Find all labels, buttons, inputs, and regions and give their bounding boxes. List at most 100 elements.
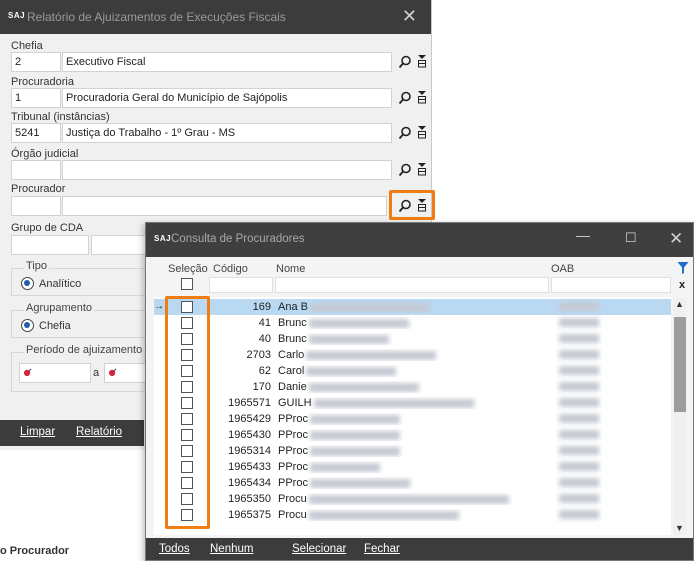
dropdown-list-icon[interactable] — [417, 90, 427, 104]
row-name: Ana B — [278, 301, 548, 313]
row-oab — [559, 302, 599, 311]
vertical-scrollbar[interactable]: ▲ ▼ — [673, 297, 687, 535]
col-nome[interactable]: Nome — [276, 263, 305, 275]
table-row[interactable]: 1965314 PProc — [154, 443, 671, 459]
radio-chefia[interactable] — [21, 319, 34, 332]
periodo-label: Período de ajuizamento — [24, 344, 145, 356]
table-row[interactable]: 1965350 Procu — [154, 491, 671, 507]
procurador-code-input[interactable] — [11, 196, 61, 216]
table-row[interactable]: 1965430 PProc — [154, 427, 671, 443]
fechar-label: Fechar — [364, 543, 400, 555]
report-dialog-title: Relatório de Ajuizamentos de Execuções F… — [27, 10, 286, 24]
row-oab — [559, 414, 599, 423]
col-oab[interactable]: OAB — [551, 263, 574, 275]
row-name-text: Brunc — [278, 317, 307, 329]
search-icon[interactable] — [398, 126, 412, 140]
row-name: Carol — [278, 365, 548, 377]
table-row[interactable]: 1965571 GUILH — [154, 395, 671, 411]
periodo-start-input[interactable] — [19, 363, 91, 383]
orgao-name-input[interactable] — [62, 160, 392, 180]
nenhum-button[interactable]: Nenhum — [210, 543, 253, 555]
scroll-thumb[interactable] — [674, 317, 686, 412]
codigo-filter-input[interactable] — [209, 277, 273, 293]
row-oab — [559, 494, 599, 503]
maximize-icon[interactable]: ☐ — [625, 230, 637, 246]
select-all-checkbox[interactable] — [181, 278, 193, 290]
consulta-titlebar: SAJ Consulta de Procuradores — ☐ ✕ — [146, 223, 693, 257]
selecionar-button[interactable]: Selecionar — [292, 543, 346, 555]
fechar-button[interactable]: Fechar — [364, 543, 400, 555]
row-name: PProc — [278, 413, 548, 425]
procuradoria-code-input[interactable]: 1 — [11, 88, 61, 108]
limpar-button[interactable]: Limpar — [20, 426, 55, 438]
scroll-down-icon[interactable]: ▼ — [675, 523, 684, 533]
report-titlebar: SAJ Relatório de Ajuizamentos de Execuçõ… — [0, 0, 431, 34]
calendar-icon[interactable] — [23, 368, 32, 377]
row-name: PProc — [278, 477, 548, 489]
relatorio-button[interactable]: Relatório — [76, 426, 122, 438]
row-oab — [559, 350, 599, 359]
dropdown-list-icon[interactable] — [417, 162, 427, 176]
row-oab — [559, 334, 599, 343]
row-name-text: Carol — [278, 365, 305, 377]
row-oab — [559, 510, 599, 519]
scroll-up-icon[interactable]: ▲ — [675, 299, 684, 309]
row-name-text: PProc — [278, 461, 308, 473]
minimize-icon[interactable]: — — [576, 227, 590, 243]
grupo-cda-code-input[interactable] — [11, 235, 89, 255]
grupo-cda-name-input[interactable] — [91, 235, 151, 255]
col-selecao[interactable]: Seleção — [168, 263, 208, 275]
periodo-end-input[interactable] — [104, 363, 151, 383]
close-icon[interactable]: ✕ — [402, 7, 417, 25]
table-row[interactable]: 40 Brunc — [154, 331, 671, 347]
row-name-text: PProc — [278, 477, 308, 489]
calendar-icon[interactable] — [108, 368, 117, 377]
table-row[interactable]: 62 Carol — [154, 363, 671, 379]
tribunal-code-input[interactable]: 5241 — [11, 123, 61, 143]
table-row[interactable]: 1965434 PProc — [154, 475, 671, 491]
row-code: 1965433 — [228, 461, 271, 473]
truncated-label: o Procurador — [0, 545, 70, 557]
row-name: Danie — [278, 381, 548, 393]
chefia-code-input[interactable]: 2 — [11, 52, 61, 72]
orgao-code-input[interactable] — [11, 160, 61, 180]
row-code: 1965430 — [228, 429, 271, 441]
nome-filter-input[interactable] — [275, 277, 549, 293]
clear-filter-icon[interactable]: x — [679, 279, 685, 291]
row-code: 1965350 — [228, 493, 271, 505]
procurador-name-input[interactable] — [62, 196, 387, 216]
row-name-text: Danie — [278, 381, 307, 393]
search-icon[interactable] — [398, 199, 412, 213]
chefia-name-input[interactable]: Executivo Fiscal — [62, 52, 392, 72]
tribunal-name-input[interactable]: Justiça do Trabalho - 1º Grau - MS — [62, 123, 392, 143]
filter-icon[interactable] — [677, 261, 689, 275]
row-oab — [559, 446, 599, 455]
row-code: 1965571 — [228, 397, 271, 409]
row-name-text: Procu — [278, 509, 307, 521]
dropdown-list-icon[interactable] — [417, 198, 427, 212]
search-icon[interactable] — [398, 55, 412, 69]
dropdown-list-icon[interactable] — [417, 125, 427, 139]
todos-button[interactable]: Todos — [159, 543, 190, 555]
search-icon[interactable] — [398, 163, 412, 177]
table-row[interactable]: 1965375 Procu — [154, 507, 671, 523]
row-name: GUILH — [278, 397, 548, 409]
row-name-text: Carlo — [278, 349, 305, 361]
consulta-dialog-title: Consulta de Procuradores — [171, 233, 305, 245]
table-row[interactable]: 41 Brunc — [154, 315, 671, 331]
procuradoria-name-input[interactable]: Procuradoria Geral do Município de Sajóp… — [62, 88, 392, 108]
table-row[interactable]: 2703 Carlo — [154, 347, 671, 363]
table-row[interactable]: 1965433 PProc — [154, 459, 671, 475]
close-icon[interactable]: ✕ — [669, 229, 683, 249]
row-name: Brunc — [278, 317, 548, 329]
col-codigo[interactable]: Código — [213, 263, 248, 275]
radio-analitico[interactable] — [21, 277, 34, 290]
table-row[interactable]: → 169 Ana B — [154, 299, 671, 315]
oab-filter-input[interactable] — [551, 277, 671, 293]
row-name: Procu — [278, 493, 548, 505]
table-row[interactable]: 170 Danie — [154, 379, 671, 395]
table-row[interactable]: 1965429 PProc — [154, 411, 671, 427]
dropdown-list-icon[interactable] — [417, 54, 427, 68]
search-icon[interactable] — [398, 91, 412, 105]
consulta-button-bar: Todos Nenhum Selecionar Fechar — [146, 538, 693, 560]
